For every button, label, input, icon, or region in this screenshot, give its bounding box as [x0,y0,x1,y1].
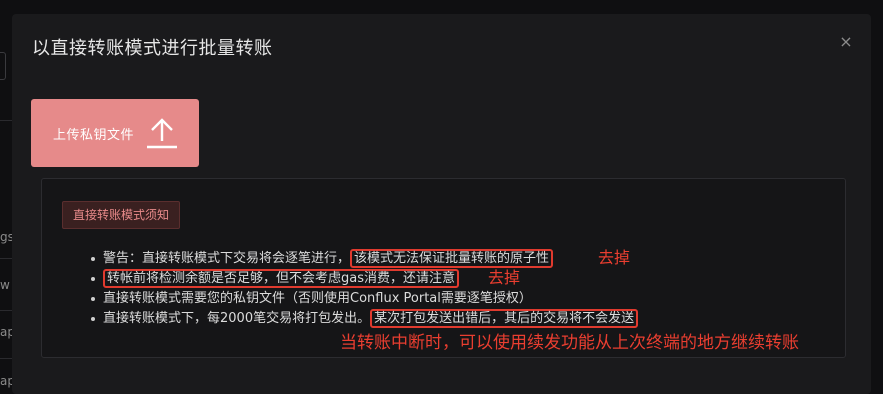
highlighted-text: 某次打包发送出错后，其后的交易将不会发送 [370,309,639,328]
annotation-remove: 去掉 [598,248,631,267]
notice-item-private-key: 直接转账模式需要您的私钥文件（否则使用Conflux Portal需要逐笔授权） [91,289,638,309]
notice-item-warning: 警告：直接转账模式下交易将会逐笔进行， 该模式无法保证批量转账的原子性 [91,249,638,269]
background-input-fragment [0,52,6,80]
highlighted-text: 转帐前将检测余额是否足够，但不会考虑gas消费，还请注意 [103,269,459,288]
upload-button-label: 上传私钥文件 [53,127,135,143]
notice-item-balance-check: 转帐前将检测余额是否足够，但不会考虑gas消费，还请注意 [91,269,638,289]
upload-icon [147,118,178,149]
notice-list: 警告：直接转账模式下交易将会逐笔进行， 该模式无法保证批量转账的原子性 转帐前将检… [91,249,639,329]
upload-private-key-button[interactable]: 上传私钥文件 [31,99,199,167]
notice-tag: 直接转账模式须知 [62,201,181,229]
notice-item-text: 直接转账模式下，每2000笔交易将打包发出。 [103,311,371,326]
notice-item-batch-send: 直接转账模式下，每2000笔交易将打包发出。 某次打包发送出错后，其后的交易将不会… [91,309,639,329]
notice-item-text: 警告：直接转账模式下交易将会逐笔进行， [103,251,351,266]
highlighted-text: 该模式无法保证批量转账的原子性 [350,249,554,268]
modal-title: 以直接转账模式进行批量转账 [32,38,273,59]
notice-item-text: 直接转账模式需要您的私钥文件（否则使用Conflux Portal需要逐笔授权） [103,291,532,306]
annotation-remove: 去掉 [488,268,521,287]
close-icon[interactable]: × [837,33,855,51]
annotation-resume-note: 当转账中断时，可以使用续发功能从上次终端的地方继续转账 [340,333,799,353]
